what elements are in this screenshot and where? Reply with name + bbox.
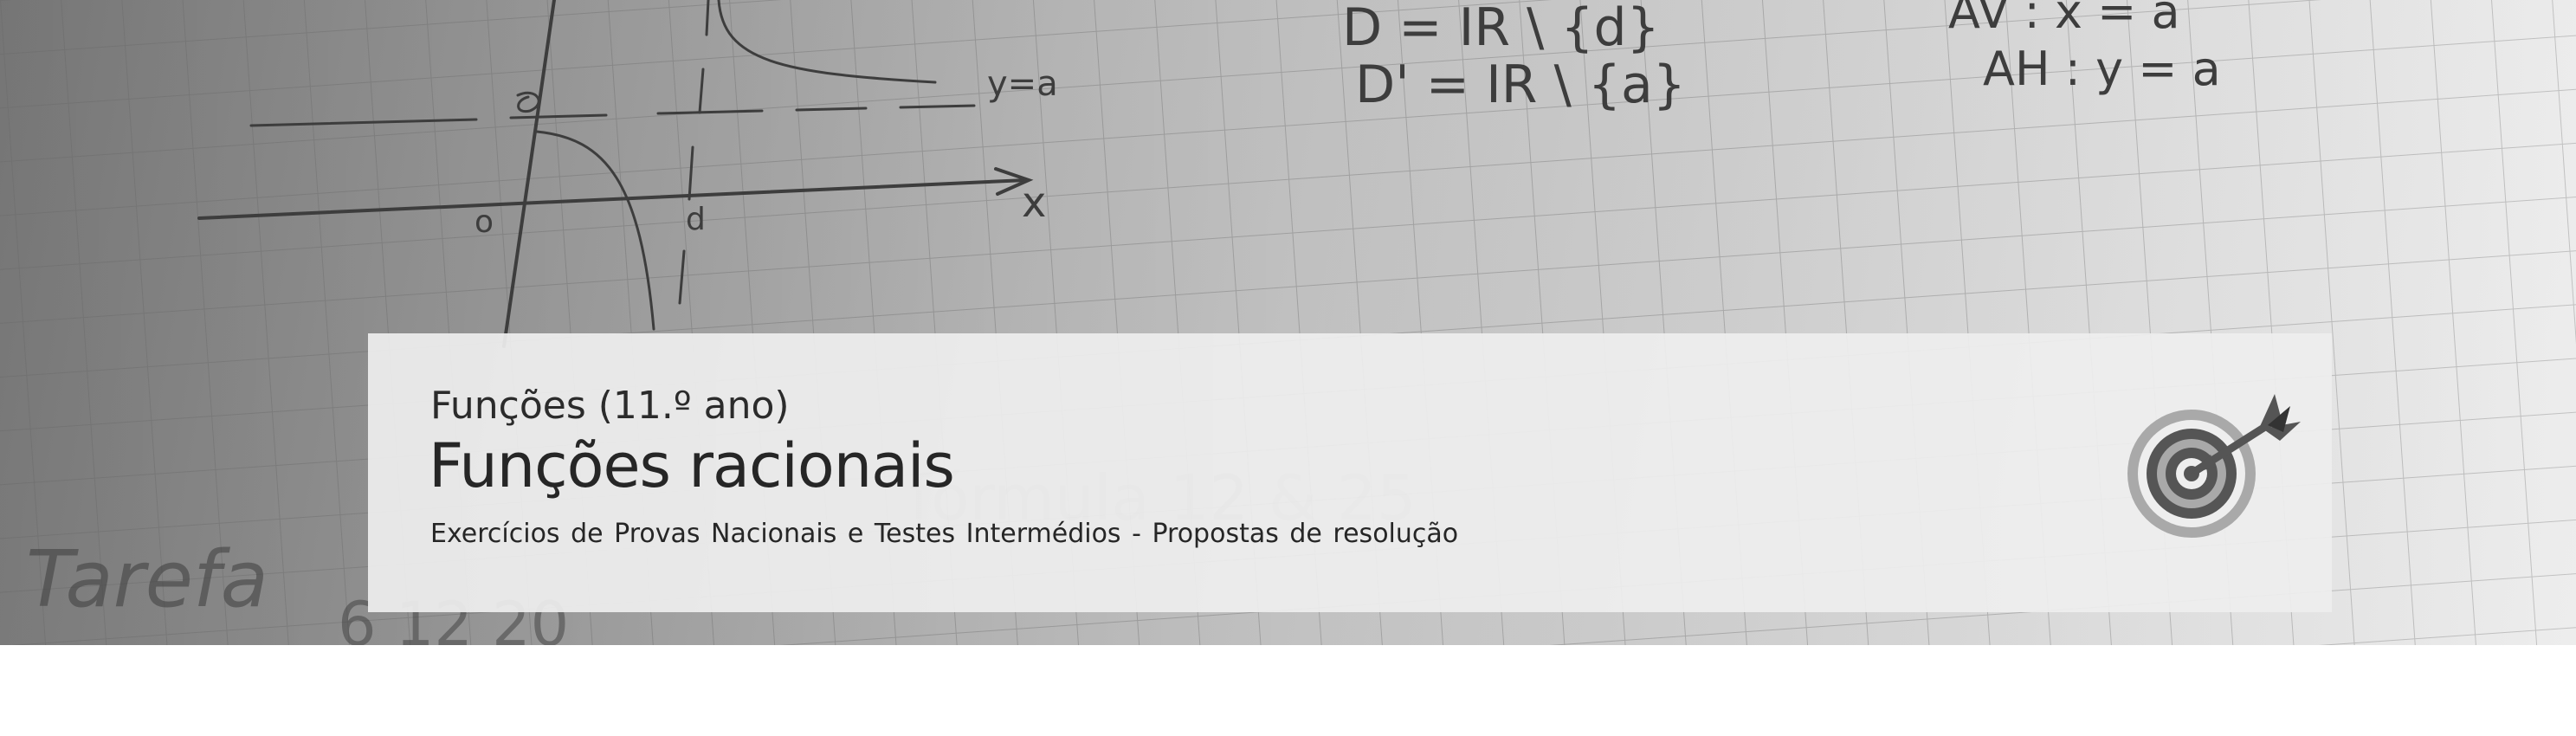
header-banner: y=a x o d D = IR \ {d} D' = IR \ {a} AV … — [0, 0, 2576, 645]
page-caption: Exercícios de Provas Nacionais e Testes … — [430, 519, 1459, 549]
svg-text:AV : x = a: AV : x = a — [1948, 0, 2180, 39]
svg-text:D = IR \ {d}: D = IR \ {d} — [1342, 0, 1660, 58]
page-title: Funções racionais — [429, 430, 955, 501]
svg-text:d: d — [686, 202, 706, 237]
svg-text:y=a: y=a — [987, 64, 1058, 104]
svg-text:o: o — [475, 204, 494, 240]
svg-text:AH : y = a: AH : y = a — [1983, 42, 2221, 96]
subject-heading: Funções (11.º ano) — [430, 384, 790, 428]
svg-text:Tarefa: Tarefa — [26, 534, 268, 625]
svg-text:x: x — [1022, 178, 1046, 227]
title-panel: Funções (11.º ano) Funções racionais Exe… — [368, 333, 2332, 612]
target-arrow-icon — [2127, 394, 2301, 538]
svg-text:D' = IR \ {a}: D' = IR \ {a} — [1355, 55, 1686, 115]
